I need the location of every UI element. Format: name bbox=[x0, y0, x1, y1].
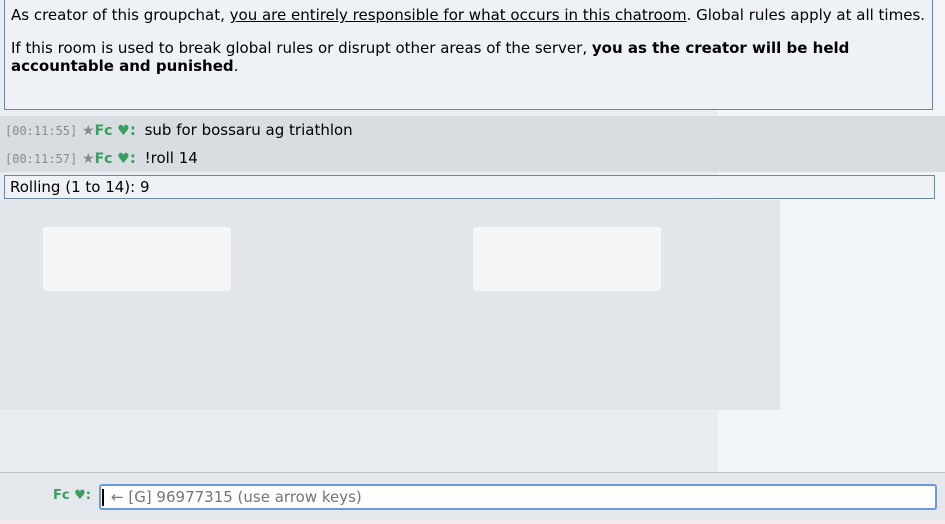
chat-footer: Fc ♥: bbox=[0, 472, 945, 524]
current-user: Fc ♥: bbox=[53, 488, 91, 503]
notice-underline: you are entirely responsible for what oc… bbox=[229, 6, 687, 24]
heart-icon: ♥ bbox=[117, 151, 130, 167]
username[interactable]: ★Fc bbox=[82, 123, 112, 139]
message-timestamp: [00:11:57] bbox=[5, 152, 78, 166]
heart-icon: ♥ bbox=[74, 488, 86, 503]
chat-input[interactable] bbox=[99, 484, 937, 510]
message-timestamp: [00:11:55] bbox=[5, 124, 78, 138]
roll-result: Rolling (1 to 14): 9 bbox=[4, 175, 935, 199]
notice-warning: If this room is used to break global rul… bbox=[11, 39, 850, 75]
rank-icon: ★ bbox=[82, 151, 95, 167]
bottom-strip bbox=[0, 520, 945, 524]
message-text: sub for bossaru ag triathlon bbox=[144, 121, 353, 139]
background-ghost bbox=[473, 227, 661, 291]
text-caret bbox=[102, 489, 104, 506]
chat-message: [00:11:57] ★Fc ♥: !roll 14 bbox=[0, 144, 945, 172]
chat-message: [00:11:55] ★Fc ♥: sub for bossaru ag tri… bbox=[0, 116, 945, 144]
notice-responsibility: As creator of this groupchat, you are en… bbox=[11, 6, 926, 24]
message-text: !roll 14 bbox=[144, 149, 198, 167]
heart-icon: ♥ bbox=[117, 123, 130, 139]
username[interactable]: ★Fc bbox=[82, 151, 112, 167]
background-ghost bbox=[43, 227, 231, 291]
rank-icon: ★ bbox=[82, 123, 95, 139]
groupchat-notice: As creator of this groupchat, you are en… bbox=[4, 0, 933, 110]
